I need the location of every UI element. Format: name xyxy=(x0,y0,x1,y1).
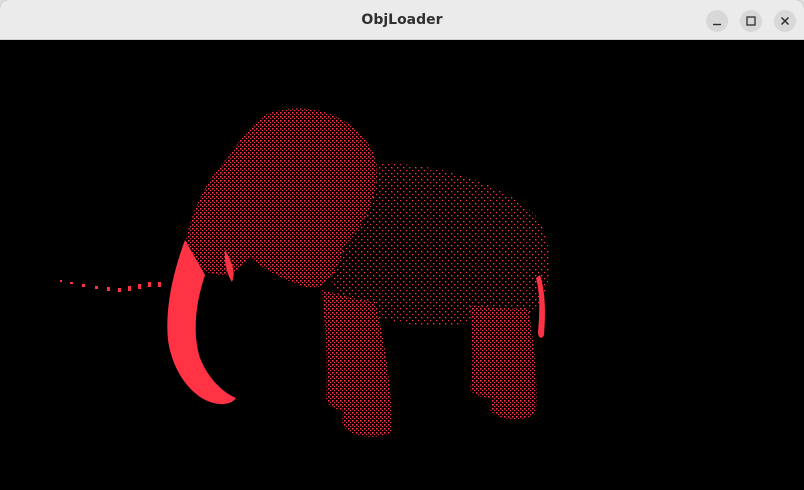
close-icon xyxy=(780,16,790,26)
minimize-button[interactable] xyxy=(706,10,728,32)
render-viewport[interactable] xyxy=(0,40,804,490)
window-title: ObjLoader xyxy=(361,12,443,28)
close-button[interactable] xyxy=(774,10,796,32)
elephant-hind-leg-2 xyxy=(490,308,537,420)
minimize-icon xyxy=(713,23,721,26)
title-bar[interactable]: ObjLoader xyxy=(0,0,804,40)
maximize-button[interactable] xyxy=(740,10,762,32)
maximize-icon xyxy=(746,16,756,26)
trailing-points xyxy=(60,280,161,292)
elephant-point-cloud xyxy=(60,108,550,437)
app-window: ObjLoader xyxy=(0,0,804,490)
elephant-model xyxy=(60,108,550,437)
